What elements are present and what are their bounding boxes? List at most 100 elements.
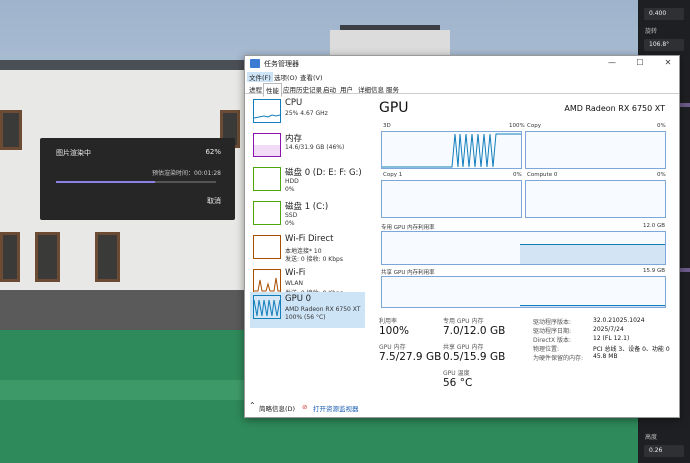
performance-sidebar: CPU 25% 4.67 GHz 内存 14.6/31.9 GB (46%) 磁… [247, 96, 367, 396]
disk-thumbnail [253, 167, 281, 191]
task-manager-icon [250, 59, 260, 68]
tab-details[interactable]: 详细信息 [356, 83, 386, 95]
sidebar-item-disk1[interactable]: 磁盘 1 (C:) SSD 0% [250, 198, 365, 232]
close-button[interactable]: ✕ [661, 58, 675, 67]
graph-copy1 [381, 180, 522, 218]
stat-temp-value: 56 °C [443, 377, 473, 389]
detail-value: 12 (FL 12.1) [593, 335, 630, 342]
render-percent: 62% [205, 148, 221, 156]
graph-label-copy: Copy [527, 123, 541, 129]
height-input[interactable]: 0.26 [644, 445, 684, 457]
sidebar-item-detail: HDD [285, 178, 299, 185]
sidebar-item-wifi-direct[interactable]: Wi-Fi Direct 本地连接* 10 发送: 0 接收: 0 Kbps [250, 232, 365, 266]
render-progress-fill [56, 181, 156, 183]
chevron-up-icon[interactable]: ⌃ [249, 401, 256, 410]
sidebar-item-label: Wi-Fi [285, 268, 306, 278]
stat-utilization-label: 利用率 [379, 318, 398, 325]
tab-startup[interactable]: 启动 [321, 83, 338, 95]
tab-bar: 进程 性能 应用历史记录 启动 用户 详细信息 服务 [245, 83, 679, 97]
graph-pct-copy: 0% [657, 123, 666, 129]
detail-label: 驱动程序版本: [533, 319, 572, 326]
sidebar-item-label: CPU [285, 98, 303, 108]
sidebar-item-detail: 0% [285, 186, 295, 193]
graph-label-3d: 3D [383, 123, 391, 129]
sidebar-item-disk0[interactable]: 磁盘 0 (D: E: F: G:) HDD 0% [250, 164, 365, 198]
stone-wall [0, 290, 250, 330]
sidebar-item-detail: 14.6/31.9 GB (46%) [285, 144, 345, 151]
network-thumbnail [253, 269, 281, 293]
graph-dedicated-memory [381, 231, 666, 265]
tab-users[interactable]: 用户 [338, 83, 355, 95]
disk-thumbnail [253, 201, 281, 225]
window [35, 232, 60, 282]
sidebar-item-memory[interactable]: 内存 14.6/31.9 GB (46%) [250, 130, 365, 164]
resource-monitor-icon: ⊘ [302, 403, 308, 411]
graph-label-copy1: Copy 1 [383, 172, 403, 178]
sidebar-item-detail: WLAN [285, 280, 304, 287]
render-progress-bar [56, 181, 216, 183]
rotate-input[interactable]: 106.8° [644, 39, 684, 51]
title-bar[interactable]: 任务管理器 — ☐ ✕ [245, 56, 679, 72]
sidebar-item-detail: 发送: 0 接收: 0 Kbps [285, 256, 343, 263]
value-input[interactable]: 0.400 [644, 8, 684, 20]
window-title: 任务管理器 [264, 60, 299, 68]
menu-bar: 文件(F) 选项(O) 查看(V) [245, 72, 679, 82]
menu-file[interactable]: 文件(F) [247, 72, 273, 82]
rotate-label: 旋转 [645, 28, 658, 35]
gpu-thumbnail [253, 295, 281, 319]
stat-temp-label: GPU 温度 [443, 370, 470, 377]
sidebar-item-cpu[interactable]: CPU 25% 4.67 GHz [250, 96, 365, 130]
stat-shared-value: 0.5/15.9 GB [443, 351, 506, 363]
memory-thumbnail [253, 133, 281, 157]
detail-value: 45.8 MB [593, 353, 618, 360]
tab-processes[interactable]: 进程 [247, 83, 264, 95]
sidebar-item-label: 磁盘 0 (D: E: F: G:) [285, 168, 362, 178]
open-resource-monitor-link[interactable]: 打开资源监视器 [313, 403, 359, 413]
sidebar-item-detail: 25% 4.67 GHz [285, 110, 328, 117]
detail-value: 32.0.21025.1024 [593, 317, 645, 324]
sidebar-item-detail: SSD [285, 212, 298, 219]
sidebar-item-label: GPU 0 [285, 294, 312, 304]
cpu-thumbnail [253, 99, 281, 123]
graph-pct-copy1: 0% [513, 172, 522, 178]
render-progress-dialog: 图片渲染中 62% 预估渲染时间：00:01:28 取消 [40, 138, 235, 220]
maximize-button[interactable]: ☐ [633, 58, 647, 67]
footer: ⌃ 简略信息(D) ⊘ 打开资源监视器 [245, 399, 679, 417]
minimize-button[interactable]: — [605, 58, 619, 67]
gpu-panel: GPU AMD Radeon RX 6750 XT 3D 100% Copy 0… [375, 98, 671, 398]
stat-shared-label: 共享 GPU 内存 [443, 344, 484, 351]
detail-label: 为硬件保留的内存: [533, 355, 584, 362]
window [95, 232, 120, 282]
gpu-heading: GPU [379, 100, 409, 116]
brief-info-link[interactable]: 简略信息(D) [259, 403, 295, 413]
tab-app-history[interactable]: 应用历史记录 [281, 83, 324, 95]
cancel-button[interactable]: 取消 [207, 196, 221, 206]
graph-shared-memory [381, 276, 666, 308]
tab-services[interactable]: 服务 [384, 83, 401, 95]
graph-pct-3d: 100% [509, 123, 525, 129]
render-time: 预估渲染时间：00:01:28 [152, 170, 221, 177]
shared-memory-label: 共享 GPU 内存利用率 [381, 270, 435, 276]
network-thumbnail [253, 235, 281, 259]
dedicated-memory-label: 专用 GPU 内存利用率 [381, 225, 435, 231]
detail-label: 驱动程序日期: [533, 328, 572, 335]
stat-gpu-memory-value: 7.5/27.9 GB [379, 351, 442, 363]
window [0, 232, 20, 282]
tab-performance[interactable]: 性能 [263, 83, 282, 97]
graph-compute0 [525, 180, 666, 218]
menu-options[interactable]: 选项(O) [272, 72, 299, 82]
stat-dedicated-value: 7.0/12.0 GB [443, 325, 506, 337]
window [0, 110, 22, 150]
sidebar-item-label: 磁盘 1 (C:) [285, 202, 329, 212]
detail-value: PCI 总线 3、设备 0、功能 0 [593, 346, 670, 353]
height-label: 高度 [645, 434, 658, 441]
detail-label: 物理位置: [533, 346, 560, 353]
graph-pct-compute0: 0% [657, 172, 666, 178]
stat-gpu-memory-label: GPU 内存 [379, 344, 406, 351]
dedicated-memory-max: 12.0 GB [642, 223, 665, 229]
sidebar-item-detail: AMD Radeon RX 6750 XT [285, 306, 361, 313]
graph-label-compute0: Compute 0 [527, 172, 558, 178]
menu-view[interactable]: 查看(V) [298, 72, 325, 82]
sidebar-item-gpu0[interactable]: GPU 0 AMD Radeon RX 6750 XT 100% (56 °C) [250, 292, 365, 328]
graph-3d [381, 131, 522, 169]
